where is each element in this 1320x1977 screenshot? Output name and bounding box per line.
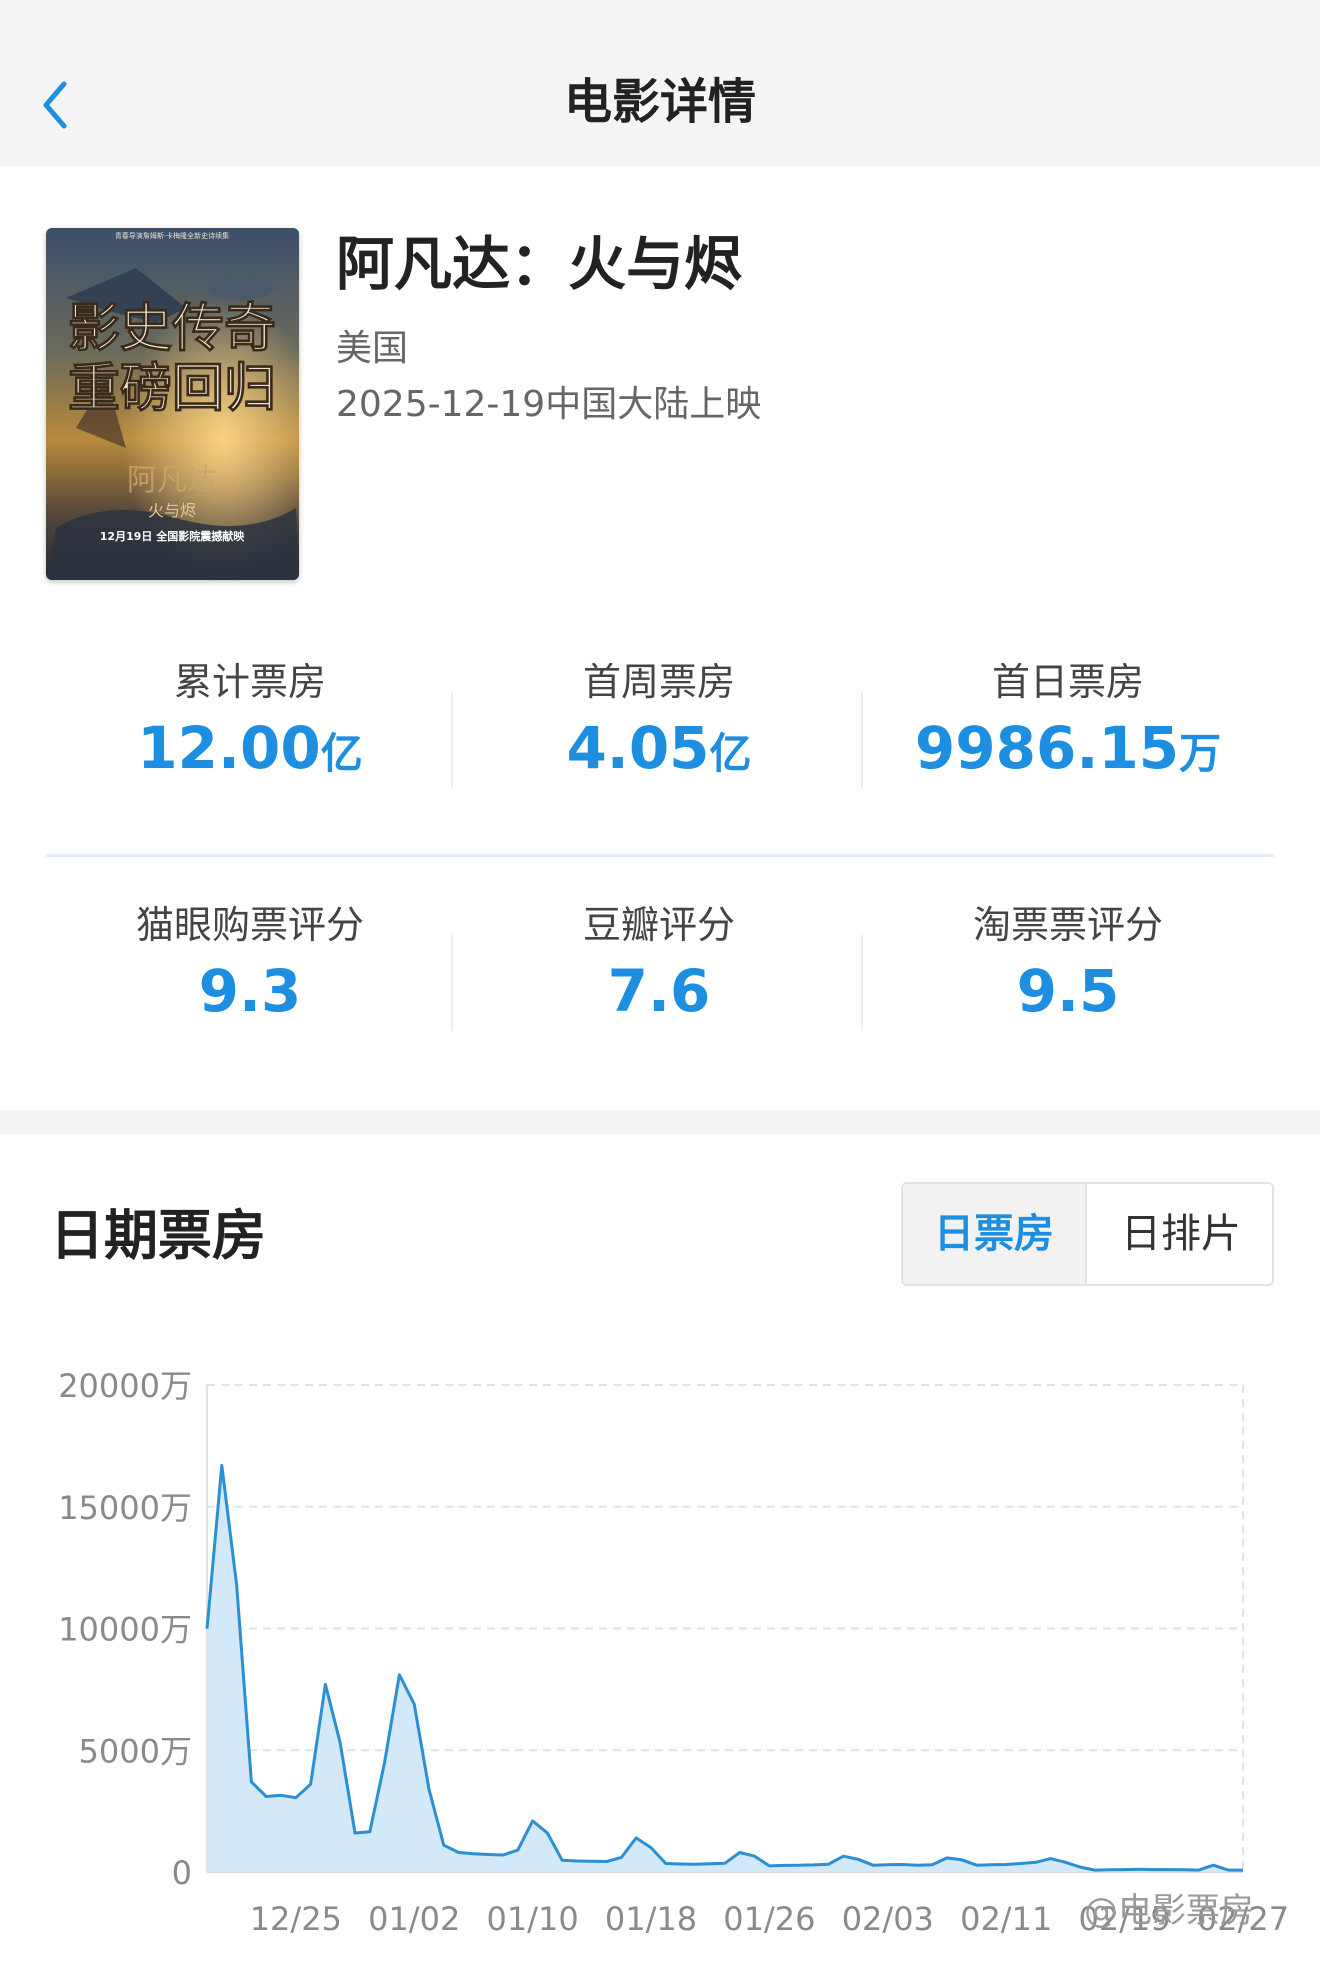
movie-release-date: 2025-12-19中国大陆上映 [336, 384, 762, 425]
rating-value: 9.5 [1016, 957, 1120, 1025]
rating-label: 淘票票评分 [972, 903, 1163, 947]
divider [451, 692, 453, 788]
stat-label: 累计票房 [173, 660, 326, 704]
stat-first-day: 首日票房 9986.15万 [868, 656, 1268, 794]
stat-unit: 万 [1179, 729, 1222, 778]
poster-headline-1: 影史传奇 [68, 299, 276, 359]
poster-image: 青春导演詹姆斯·卡梅隆全新史诗续集 影史传奇 重磅回归 阿凡达 火与烬 12月1… [46, 228, 299, 580]
ratings-row: 猫眼购票评分 9.3 豆瓣评分 7.6 淘票票评分 9.5 [0, 899, 1320, 1049]
stat-number: 4.05 [566, 714, 710, 782]
stat-unit: 亿 [320, 729, 363, 778]
y-tick-label: 0 [172, 1854, 192, 1892]
stat-first-week: 首周票房 4.05亿 [459, 656, 859, 794]
poster-top-line: 青春导演詹姆斯·卡梅隆全新史诗续集 [115, 231, 229, 240]
y-tick-label: 20000万 [58, 1367, 192, 1405]
rating-value: 9.3 [198, 957, 302, 1025]
page: 电影详情 青春导演詹姆斯·卡梅隆全新史诗续集 影史传奇 重磅回归 阿凡达 火与烬… [0, 0, 1320, 1977]
navigation-bar: 电影详情 [0, 0, 1320, 166]
series-area [207, 1465, 1243, 1872]
y-tick-label: 10000万 [58, 1611, 192, 1649]
rating-maoyan: 猫眼购票评分 9.3 [50, 899, 450, 1031]
page-title: 电影详情 [563, 74, 756, 130]
rating-value: 7.6 [607, 957, 711, 1025]
rating-douban: 豆瓣评分 7.6 [459, 899, 859, 1031]
box-office-stats: 累计票房 12.00亿 首周票房 4.05亿 首日票房 9986.15万 [0, 656, 1320, 806]
poster-cn-subtitle: 火与烬 [148, 501, 196, 520]
stat-number: 9986.15 [914, 714, 1180, 782]
stat-value: 9986.15万 [868, 708, 1268, 794]
rating-label: 豆瓣评分 [582, 903, 735, 947]
poster-cn-title: 阿凡达 [127, 463, 217, 498]
movie-country: 美国 [336, 328, 409, 369]
watermark: @电影票房 [1084, 1891, 1254, 1931]
stat-cumulative: 累计票房 12.00亿 [50, 656, 450, 794]
x-tick-label: 01/02 [368, 1900, 460, 1938]
series-line [205, 1463, 1243, 1872]
movie-info-card: 青春导演詹姆斯·卡梅隆全新史诗续集 影史传奇 重磅回归 阿凡达 火与烬 12月1… [0, 166, 1320, 1110]
stat-value: 12.00亿 [50, 708, 450, 794]
daily-box-office-chart: 0 5000万 10000万 15000万 20000万 12/25 01/02 01/10 0… [58, 1367, 1289, 1938]
tab-daily-screenings[interactable]: 日排片 [1089, 1184, 1272, 1284]
stat-number: 12.00 [137, 714, 321, 782]
y-tick-label: 15000万 [58, 1489, 192, 1527]
x-tick-label: 02/03 [842, 1900, 934, 1938]
stat-value: 4.05亿 [459, 708, 859, 794]
stat-unit: 亿 [709, 729, 752, 778]
chart-tab-switch: 日票房 日排片 [901, 1182, 1274, 1286]
divider [861, 692, 863, 788]
divider [451, 935, 453, 1031]
poster-headline-2: 重磅回归 [68, 359, 276, 419]
x-tick-label: 02/11 [960, 1900, 1052, 1938]
rating-taopiaopiao: 淘票票评分 9.5 [868, 899, 1268, 1031]
x-tick-label: 12/25 [250, 1900, 342, 1938]
y-tick-label: 5000万 [79, 1732, 192, 1770]
tab-daily-box-office[interactable]: 日票房 [903, 1184, 1087, 1284]
section-divider [46, 854, 1274, 857]
movie-title: 阿凡达：火与烬 [336, 230, 743, 298]
x-tick-label: 01/26 [723, 1900, 815, 1938]
movie-poster[interactable]: 青春导演詹姆斯·卡梅隆全新史诗续集 影史传奇 重磅回归 阿凡达 火与烬 12月1… [46, 228, 299, 580]
x-tick-label: 01/10 [486, 1900, 578, 1938]
stat-label: 首日票房 [991, 660, 1144, 704]
rating-label: 猫眼购票评分 [135, 903, 364, 947]
divider [861, 935, 863, 1031]
x-tick-label: 01/18 [605, 1900, 697, 1938]
stat-label: 首周票房 [582, 660, 735, 704]
section-title: 日期票房 [50, 1204, 266, 1267]
poster-date-line: 12月19日 全国影院震撼献映 [100, 529, 245, 543]
